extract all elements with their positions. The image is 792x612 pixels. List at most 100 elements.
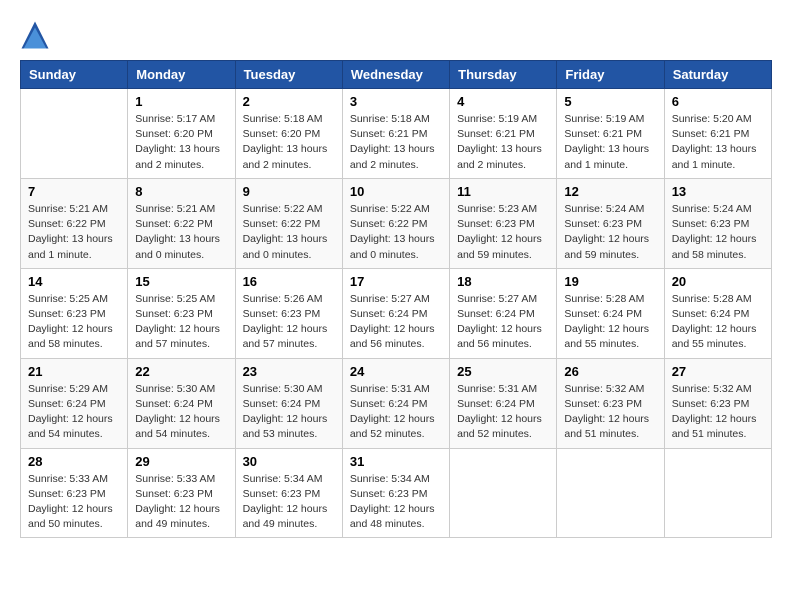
day-info: Sunrise: 5:30 AM Sunset: 6:24 PM Dayligh…	[243, 382, 335, 443]
header-cell-wednesday: Wednesday	[342, 61, 449, 89]
calendar-cell: 9 Sunrise: 5:22 AM Sunset: 6:22 PM Daylig…	[235, 178, 342, 268]
calendar-body: 1 Sunrise: 5:17 AM Sunset: 6:20 PM Daylig…	[21, 89, 772, 538]
day-info: Sunrise: 5:26 AM Sunset: 6:23 PM Dayligh…	[243, 292, 335, 353]
day-number: 18	[457, 274, 549, 289]
calendar-cell: 8 Sunrise: 5:21 AM Sunset: 6:22 PM Daylig…	[128, 178, 235, 268]
calendar-cell: 14Sunrise: 5:25 AM Sunset: 6:23 PM Dayli…	[21, 268, 128, 358]
day-number: 31	[350, 454, 442, 469]
header-cell-sunday: Sunday	[21, 61, 128, 89]
day-info: Sunrise: 5:31 AM Sunset: 6:24 PM Dayligh…	[350, 382, 442, 443]
day-info: Sunrise: 5:22 AM Sunset: 6:22 PM Dayligh…	[350, 202, 442, 263]
day-number: 30	[243, 454, 335, 469]
calendar-cell: 19 Sunrise: 5:28 AM Sunset: 6:24 PM Dayli…	[557, 268, 664, 358]
day-number: 7	[28, 184, 120, 199]
day-info: Sunrise: 5:23 AM Sunset: 6:23 PM Dayligh…	[457, 202, 549, 263]
day-info: Sunrise: 5:19 AM Sunset: 6:21 PM Dayligh…	[564, 112, 656, 173]
calendar-cell: 20 Sunrise: 5:28 AM Sunset: 6:24 PM Dayli…	[664, 268, 771, 358]
week-row-2: 7 Sunrise: 5:21 AM Sunset: 6:22 PM Daylig…	[21, 178, 772, 268]
day-number: 3	[350, 94, 442, 109]
day-number: 2	[243, 94, 335, 109]
calendar-cell: 13 Sunrise: 5:24 AM Sunset: 6:23 PM Dayli…	[664, 178, 771, 268]
calendar-cell: 25Sunrise: 5:31 AM Sunset: 6:24 PM Dayli…	[450, 358, 557, 448]
calendar-cell: 2 Sunrise: 5:18 AM Sunset: 6:20 PM Daylig…	[235, 89, 342, 179]
week-row-4: 21Sunrise: 5:29 AM Sunset: 6:24 PM Dayli…	[21, 358, 772, 448]
day-number: 20	[672, 274, 764, 289]
day-info: Sunrise: 5:24 AM Sunset: 6:23 PM Dayligh…	[564, 202, 656, 263]
calendar-cell: 18 Sunrise: 5:27 AM Sunset: 6:24 PM Dayli…	[450, 268, 557, 358]
calendar-cell: 10 Sunrise: 5:22 AM Sunset: 6:22 PM Dayli…	[342, 178, 449, 268]
day-number: 24	[350, 364, 442, 379]
day-info: Sunrise: 5:24 AM Sunset: 6:23 PM Dayligh…	[672, 202, 764, 263]
calendar-cell	[450, 448, 557, 538]
day-number: 4	[457, 94, 549, 109]
week-row-3: 14Sunrise: 5:25 AM Sunset: 6:23 PM Dayli…	[21, 268, 772, 358]
day-info: Sunrise: 5:28 AM Sunset: 6:24 PM Dayligh…	[672, 292, 764, 353]
calendar-table: SundayMondayTuesdayWednesdayThursdayFrid…	[20, 60, 772, 538]
day-number: 10	[350, 184, 442, 199]
calendar-cell: 22 Sunrise: 5:30 AM Sunset: 6:24 PM Dayli…	[128, 358, 235, 448]
day-info: Sunrise: 5:34 AM Sunset: 6:23 PM Dayligh…	[243, 472, 335, 533]
calendar-cell: 30 Sunrise: 5:34 AM Sunset: 6:23 PM Dayli…	[235, 448, 342, 538]
day-info: Sunrise: 5:21 AM Sunset: 6:22 PM Dayligh…	[135, 202, 227, 263]
calendar-cell: 5 Sunrise: 5:19 AM Sunset: 6:21 PM Daylig…	[557, 89, 664, 179]
day-number: 9	[243, 184, 335, 199]
calendar-cell	[21, 89, 128, 179]
day-number: 26	[564, 364, 656, 379]
day-info: Sunrise: 5:31 AM Sunset: 6:24 PM Dayligh…	[457, 382, 549, 443]
day-info: Sunrise: 5:18 AM Sunset: 6:20 PM Dayligh…	[243, 112, 335, 173]
day-number: 11	[457, 184, 549, 199]
day-info: Sunrise: 5:27 AM Sunset: 6:24 PM Dayligh…	[350, 292, 442, 353]
day-number: 16	[243, 274, 335, 289]
header-cell-friday: Friday	[557, 61, 664, 89]
day-number: 13	[672, 184, 764, 199]
calendar-cell: 6 Sunrise: 5:20 AM Sunset: 6:21 PM Daylig…	[664, 89, 771, 179]
calendar-cell: 3 Sunrise: 5:18 AM Sunset: 6:21 PM Daylig…	[342, 89, 449, 179]
day-info: Sunrise: 5:20 AM Sunset: 6:21 PM Dayligh…	[672, 112, 764, 173]
calendar-cell: 12 Sunrise: 5:24 AM Sunset: 6:23 PM Dayli…	[557, 178, 664, 268]
week-row-5: 28 Sunrise: 5:33 AM Sunset: 6:23 PM Dayli…	[21, 448, 772, 538]
day-info: Sunrise: 5:30 AM Sunset: 6:24 PM Dayligh…	[135, 382, 227, 443]
calendar-cell: 24 Sunrise: 5:31 AM Sunset: 6:24 PM Dayli…	[342, 358, 449, 448]
day-number: 5	[564, 94, 656, 109]
calendar-header: SundayMondayTuesdayWednesdayThursdayFrid…	[21, 61, 772, 89]
day-info: Sunrise: 5:22 AM Sunset: 6:22 PM Dayligh…	[243, 202, 335, 263]
day-info: Sunrise: 5:25 AM Sunset: 6:23 PM Dayligh…	[28, 292, 120, 353]
day-number: 28	[28, 454, 120, 469]
day-info: Sunrise: 5:25 AM Sunset: 6:23 PM Dayligh…	[135, 292, 227, 353]
day-number: 12	[564, 184, 656, 199]
header	[20, 20, 772, 50]
logo	[20, 20, 54, 50]
day-info: Sunrise: 5:18 AM Sunset: 6:21 PM Dayligh…	[350, 112, 442, 173]
day-number: 15	[135, 274, 227, 289]
day-number: 22	[135, 364, 227, 379]
header-cell-thursday: Thursday	[450, 61, 557, 89]
calendar-cell	[664, 448, 771, 538]
header-cell-saturday: Saturday	[664, 61, 771, 89]
calendar-cell: 29Sunrise: 5:33 AM Sunset: 6:23 PM Dayli…	[128, 448, 235, 538]
day-info: Sunrise: 5:27 AM Sunset: 6:24 PM Dayligh…	[457, 292, 549, 353]
day-number: 6	[672, 94, 764, 109]
calendar-cell: 7 Sunrise: 5:21 AM Sunset: 6:22 PM Daylig…	[21, 178, 128, 268]
calendar-cell: 23Sunrise: 5:30 AM Sunset: 6:24 PM Dayli…	[235, 358, 342, 448]
calendar-cell: 4Sunrise: 5:19 AM Sunset: 6:21 PM Daylig…	[450, 89, 557, 179]
day-number: 8	[135, 184, 227, 199]
header-cell-tuesday: Tuesday	[235, 61, 342, 89]
calendar-cell: 11 Sunrise: 5:23 AM Sunset: 6:23 PM Dayli…	[450, 178, 557, 268]
day-number: 21	[28, 364, 120, 379]
calendar-cell: 31Sunrise: 5:34 AM Sunset: 6:23 PM Dayli…	[342, 448, 449, 538]
day-info: Sunrise: 5:28 AM Sunset: 6:24 PM Dayligh…	[564, 292, 656, 353]
day-info: Sunrise: 5:32 AM Sunset: 6:23 PM Dayligh…	[564, 382, 656, 443]
calendar-cell: 16 Sunrise: 5:26 AM Sunset: 6:23 PM Dayli…	[235, 268, 342, 358]
day-info: Sunrise: 5:17 AM Sunset: 6:20 PM Dayligh…	[135, 112, 227, 173]
day-info: Sunrise: 5:33 AM Sunset: 6:23 PM Dayligh…	[28, 472, 120, 533]
header-cell-monday: Monday	[128, 61, 235, 89]
day-info: Sunrise: 5:21 AM Sunset: 6:22 PM Dayligh…	[28, 202, 120, 263]
day-number: 1	[135, 94, 227, 109]
calendar-cell: 21Sunrise: 5:29 AM Sunset: 6:24 PM Dayli…	[21, 358, 128, 448]
calendar-cell	[557, 448, 664, 538]
header-row: SundayMondayTuesdayWednesdayThursdayFrid…	[21, 61, 772, 89]
day-number: 19	[564, 274, 656, 289]
calendar-cell: 15 Sunrise: 5:25 AM Sunset: 6:23 PM Dayli…	[128, 268, 235, 358]
day-number: 17	[350, 274, 442, 289]
day-info: Sunrise: 5:33 AM Sunset: 6:23 PM Dayligh…	[135, 472, 227, 533]
